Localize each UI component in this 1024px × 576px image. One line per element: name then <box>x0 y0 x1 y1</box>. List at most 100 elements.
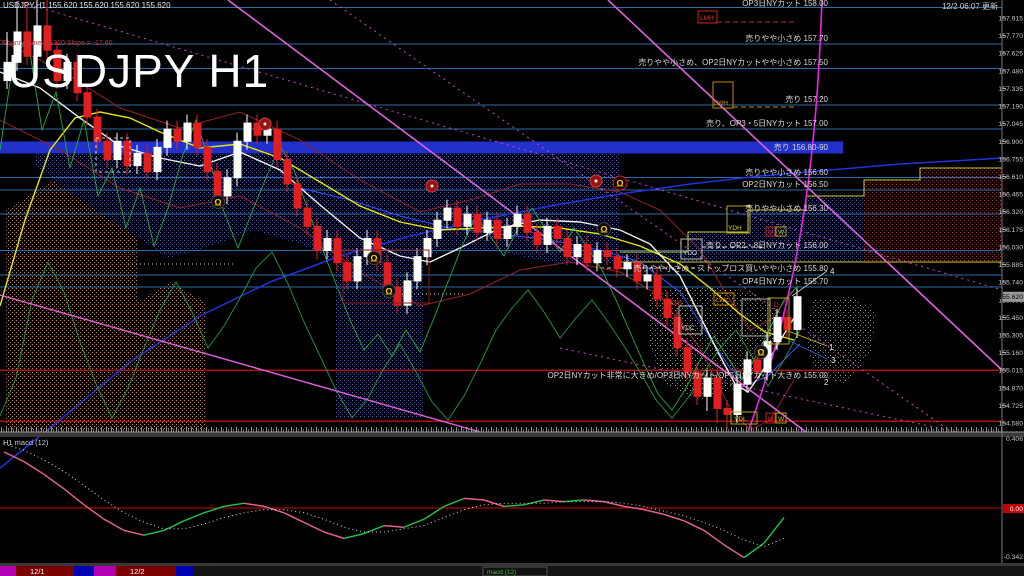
marker-box-label: YDO <box>683 250 697 257</box>
price-tick-label: 157.770 <box>998 33 1023 40</box>
candle-bull <box>543 225 552 246</box>
candle-bull <box>483 219 492 233</box>
timeline-segment[interactable] <box>176 566 194 576</box>
candle-bull <box>63 61 72 82</box>
timeline-segment[interactable] <box>94 566 116 576</box>
candle-bear <box>23 31 32 57</box>
price-tick-label: 154.580 <box>998 421 1023 428</box>
candle-bull <box>623 262 632 270</box>
candle-bear <box>313 225 322 252</box>
price-tick-label: 157.625 <box>998 51 1023 58</box>
price-tick-label: 156.175 <box>998 227 1023 234</box>
timeline-date-label: 12/2 <box>130 567 145 576</box>
macd-scale-label: 0.00 <box>1010 506 1023 513</box>
candle-bear <box>613 256 622 270</box>
cloud-region <box>864 168 1002 262</box>
red-signal-center <box>430 184 434 188</box>
omega-icon: Ω <box>600 225 607 235</box>
timeline-segment[interactable] <box>194 566 1024 576</box>
timeline-date-label: 12/1 <box>30 567 45 576</box>
timeline-segment[interactable] <box>16 566 74 576</box>
marker-box-label: YDH <box>728 225 742 232</box>
timeline-bar[interactable]: 12/1 12/2 macd (12) <box>0 566 1024 576</box>
price-tick-label: 156.610 <box>998 174 1023 181</box>
candle-bear <box>83 92 92 118</box>
candle-bull <box>773 316 782 343</box>
candle-bull <box>153 146 162 173</box>
price-tick-label: 156.755 <box>998 156 1023 163</box>
candle-bear <box>523 213 532 233</box>
price-tick-label: 154.725 <box>998 403 1023 410</box>
marker-box-label: LMH <box>700 15 714 22</box>
order-annotation: 売りやや小さめ 156.60 <box>745 167 828 177</box>
line-numeral: 3 <box>831 356 836 365</box>
order-annotation: 売りやや小さめ 156.30 <box>745 203 828 213</box>
marker-box-label: YDC <box>681 325 695 332</box>
marker-box-label: W <box>778 416 785 423</box>
candle-bear <box>453 207 462 227</box>
candle-bull <box>513 213 522 227</box>
price-tick-label: 156.900 <box>998 139 1023 146</box>
price-tick-label: 157.915 <box>998 16 1023 23</box>
mt4-chart-window[interactable]: LMH LWH YDH M W YDO LWL YDC D YDL M W Ω Ω Ω Ω Ω Ω 4 1 3 2 O/B … <box>0 0 1024 576</box>
candle-bear <box>333 237 342 264</box>
marker-box-label: YDL <box>734 416 747 423</box>
price-tick-label: 155.740 <box>998 280 1023 287</box>
candle-bear <box>723 407 732 416</box>
candle-bear <box>213 171 222 197</box>
candle-bull <box>183 122 192 142</box>
candle-bull <box>13 31 22 63</box>
omega-icon: Ω <box>616 179 623 189</box>
candle-bull <box>593 250 602 264</box>
order-annotation: 売りやや小さめ、OP2日NYカットやや小さめ 157.50 <box>638 57 828 67</box>
price-tick-label: 156.320 <box>998 209 1023 216</box>
marker-box-label: M <box>768 416 773 423</box>
order-annotation: OP4日NYカット 155.70 <box>742 277 828 286</box>
macd-mini-label: macd (12) <box>487 569 516 576</box>
candle-bear <box>283 158 292 185</box>
candle-bull <box>733 383 742 416</box>
tiny-marker-text: O/B <box>671 300 682 307</box>
marker-box-label: LWH <box>714 100 728 107</box>
timeline-segment[interactable] <box>74 566 94 576</box>
candle-bull <box>353 256 362 282</box>
marker-box-label: M <box>768 229 773 236</box>
candle-bear <box>533 231 542 246</box>
candle-bull <box>503 225 512 239</box>
price-tick-label: 157.045 <box>998 121 1023 128</box>
candle-bull <box>3 61 12 82</box>
candle-bear <box>553 225 562 239</box>
chart-canvas[interactable]: LMHLWHYDHM WYDOLWLYDCDYDL M WΩΩΩΩΩΩ4132O/B … <box>0 0 1024 576</box>
price-tick-label: 157.335 <box>998 86 1023 93</box>
price-tick-label: 155.885 <box>998 262 1023 269</box>
candle-bear <box>273 128 282 160</box>
price-tick-label: 156.465 <box>998 192 1023 199</box>
candle-bull <box>573 244 582 258</box>
marker-box-label: D <box>774 302 779 309</box>
panel-divider <box>0 563 1024 566</box>
price-tick-label: 156.030 <box>998 244 1023 251</box>
omega-icon: Ω <box>385 287 392 297</box>
order-annotation: 売り 156.80-90 <box>774 142 829 152</box>
candle-bear <box>303 207 312 227</box>
candle-bull <box>793 296 802 331</box>
candle-bull <box>443 207 452 221</box>
candle-bear <box>53 49 62 82</box>
candle-bear <box>713 377 722 409</box>
candle-bear <box>783 316 792 331</box>
omega-icon: Ω <box>370 254 377 264</box>
candle-bear <box>293 183 302 209</box>
candle-bull <box>223 177 232 197</box>
candle-bear <box>203 146 212 173</box>
tick-volume-strip <box>0 424 1002 432</box>
timeline-segment[interactable] <box>0 566 16 576</box>
candle-bull <box>433 219 442 239</box>
price-tick-label: 155.305 <box>998 332 1023 339</box>
timeline-segment[interactable] <box>116 566 176 576</box>
candle-bear <box>663 298 672 318</box>
candle-bull <box>703 377 712 397</box>
candle-bear <box>43 25 52 51</box>
candle-bull <box>423 237 432 258</box>
red-signal-center <box>594 179 598 183</box>
candle-bear <box>173 128 182 142</box>
